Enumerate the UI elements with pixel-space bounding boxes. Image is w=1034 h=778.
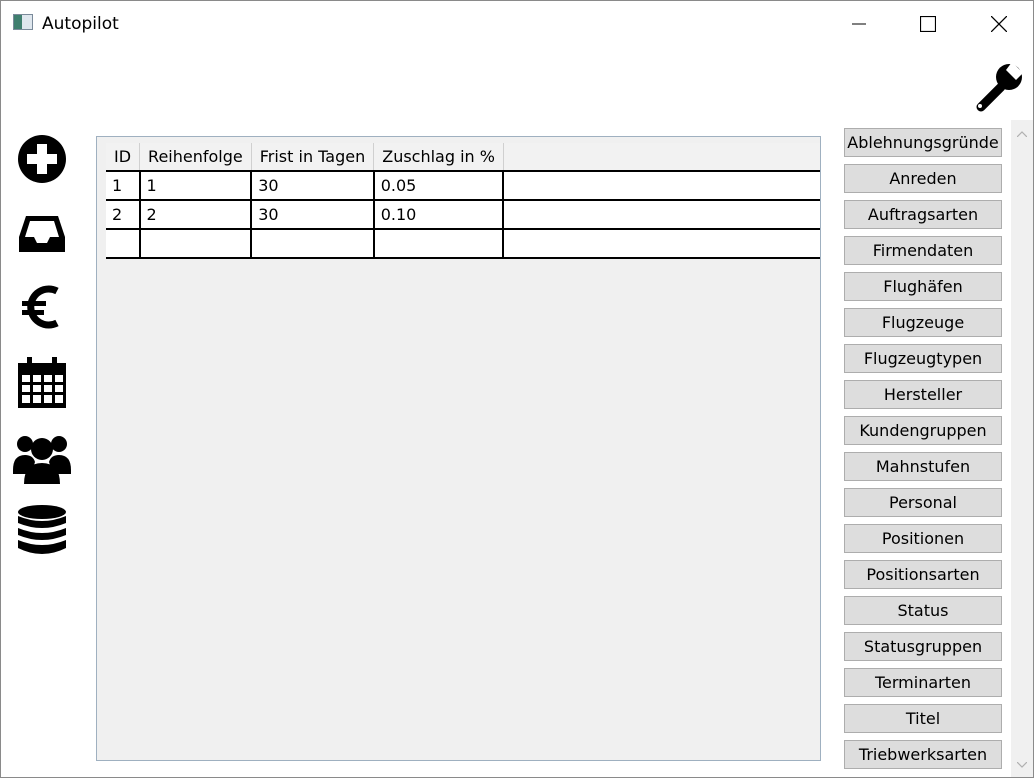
settings-wrench-icon[interactable] (971, 59, 1025, 113)
cell-filler (503, 200, 820, 230)
add-icon[interactable] (13, 130, 71, 188)
nav-button-terminarten[interactable]: Terminarten (844, 668, 1002, 697)
lookup-nav-list: Ablehnungsgründe Anreden Auftragsarten F… (844, 128, 1002, 776)
column-header-id[interactable]: ID (106, 143, 141, 171)
table-row[interactable]: 2 2 30 0.10 (106, 200, 820, 230)
nav-button-positionsarten[interactable]: Positionsarten (844, 560, 1002, 589)
nav-button-personal[interactable]: Personal (844, 488, 1002, 517)
nav-button-positionen[interactable]: Positionen (844, 524, 1002, 553)
title-bar: Autopilot (1, 1, 1033, 47)
cell-zuschlag[interactable]: 0.10 (373, 200, 505, 230)
cell-id[interactable] (106, 229, 141, 259)
maximize-icon (920, 16, 936, 32)
nav-button-auftragsarten[interactable]: Auftragsarten (844, 200, 1002, 229)
nav-button-kundengruppen[interactable]: Kundengruppen (844, 416, 1002, 445)
nav-button-flugzeuge[interactable]: Flugzeuge (844, 308, 1002, 337)
nav-button-mahnstufen[interactable]: Mahnstufen (844, 452, 1002, 481)
chevron-down-icon (1017, 762, 1027, 768)
close-button[interactable] (979, 7, 1019, 41)
nav-button-flugzeugtypen[interactable]: Flugzeugtypen (844, 344, 1002, 373)
nav-button-hersteller[interactable]: Hersteller (844, 380, 1002, 409)
nav-button-ablehnungsgruende[interactable]: Ablehnungsgründe (844, 128, 1002, 157)
column-header-reihenfolge[interactable]: Reihenfolge (139, 143, 252, 171)
column-header-zuschlag[interactable]: Zuschlag in % (373, 143, 504, 171)
data-grid-panel: ID Reihenfolge Frist in Tagen Zuschlag i… (96, 136, 821, 761)
inbox-icon[interactable] (13, 205, 71, 263)
cell-filler (503, 229, 820, 259)
nav-button-statusgruppen[interactable]: Statusgruppen (844, 632, 1002, 661)
table-row[interactable]: 1 1 30 0.05 (106, 171, 820, 201)
minimize-button[interactable] (839, 7, 879, 41)
window-title: Autopilot (42, 14, 119, 34)
grid-header-row: ID Reihenfolge Frist in Tagen Zuschlag i… (106, 143, 820, 171)
minimize-icon (852, 23, 866, 25)
close-icon (991, 16, 1007, 32)
cell-filler (503, 171, 820, 201)
app-window: Autopilot ID Reihenfolge Frist in Tagen … (0, 0, 1034, 778)
chevron-up-icon (1017, 131, 1027, 137)
scroll-down-button[interactable] (1011, 755, 1033, 775)
users-icon[interactable] (13, 429, 71, 487)
cell-zuschlag[interactable]: 0.05 (373, 171, 505, 201)
nav-button-flughaefen[interactable]: Flughäfen (844, 272, 1002, 301)
app-icon (13, 14, 33, 30)
cell-frist[interactable]: 30 (251, 171, 375, 201)
cell-id[interactable]: 2 (106, 200, 141, 230)
data-grid: ID Reihenfolge Frist in Tagen Zuschlag i… (106, 143, 820, 259)
cell-frist[interactable] (251, 229, 375, 259)
nav-button-anreden[interactable]: Anreden (844, 164, 1002, 193)
cell-reihenfolge[interactable] (139, 229, 253, 259)
nav-button-triebwerksarten[interactable]: Triebwerksarten (844, 740, 1002, 769)
cell-reihenfolge[interactable]: 2 (139, 200, 253, 230)
calendar-icon[interactable] (13, 354, 71, 412)
euro-icon[interactable] (13, 278, 71, 336)
cell-zuschlag[interactable] (373, 229, 505, 259)
cell-reihenfolge[interactable]: 1 (139, 171, 253, 201)
vertical-scrollbar[interactable] (1011, 120, 1033, 777)
nav-button-titel[interactable]: Titel (844, 704, 1002, 733)
cell-id[interactable]: 1 (106, 171, 141, 201)
scroll-up-button[interactable] (1011, 124, 1033, 144)
column-header-frist[interactable]: Frist in Tagen (251, 143, 375, 171)
cell-frist[interactable]: 30 (251, 200, 375, 230)
maximize-button[interactable] (908, 7, 948, 41)
column-header-filler (503, 143, 820, 171)
nav-button-status[interactable]: Status (844, 596, 1002, 625)
nav-button-firmendaten[interactable]: Firmendaten (844, 236, 1002, 265)
database-icon[interactable] (13, 503, 71, 561)
new-row[interactable] (106, 229, 820, 259)
